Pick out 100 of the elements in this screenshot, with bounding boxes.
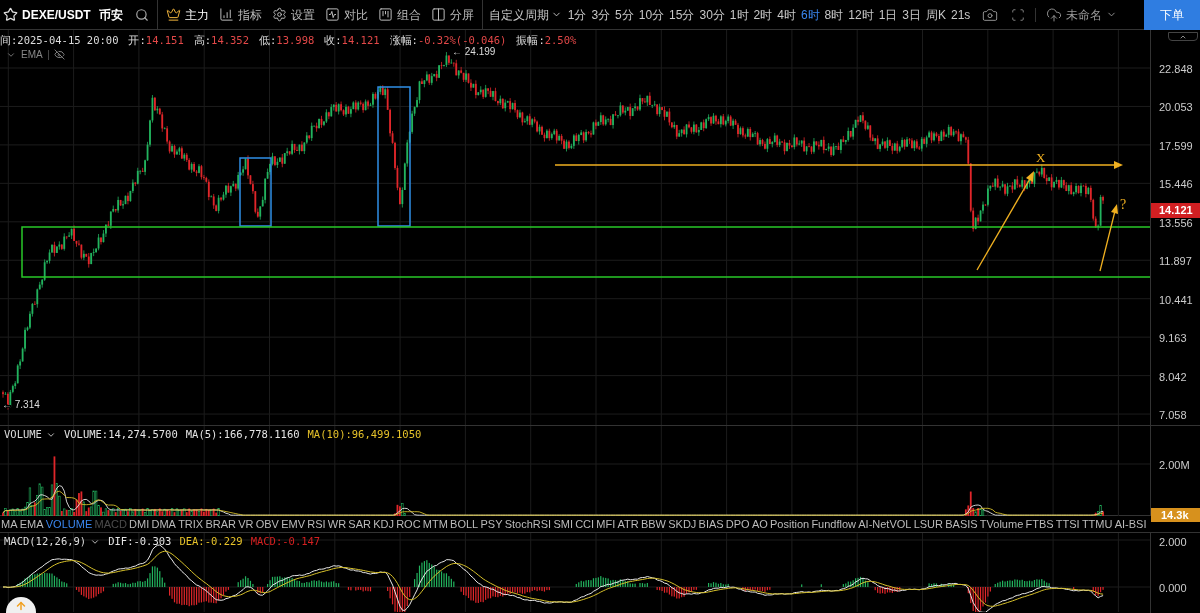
- macd-tick: 0.000: [1159, 581, 1187, 596]
- volume-reading: MA(10):96,499.1050: [307, 427, 422, 442]
- indicator-tab[interactable]: MTM: [422, 515, 448, 533]
- period-tab[interactable]: 6时: [800, 5, 820, 24]
- macd-reading: MACD:-0.147: [250, 534, 321, 549]
- indicator-tab[interactable]: EMV: [281, 515, 305, 533]
- volume-last-badge: 14.3k: [1151, 508, 1200, 522]
- period-tab[interactable]: 30分: [699, 5, 725, 24]
- toolbar-button[interactable]: 指标: [218, 5, 262, 24]
- volume-tick: 2.00M: [1159, 458, 1190, 473]
- period-tab[interactable]: 10分: [638, 5, 665, 24]
- toolbar-button[interactable]: 组合: [377, 5, 421, 24]
- period-tab[interactable]: 1时: [729, 5, 749, 24]
- period-tab[interactable]: 3分: [591, 5, 611, 24]
- period-tab[interactable]: 2时: [753, 5, 773, 24]
- indicator-tab[interactable]: BIAS: [698, 515, 724, 533]
- price-tick: 8.042: [1159, 369, 1187, 385]
- indicator-tab[interactable]: CCI: [575, 515, 595, 533]
- price-tick: 9.163: [1159, 331, 1187, 347]
- price-tick: 17.599: [1159, 138, 1193, 154]
- price-tick: 20.053: [1159, 100, 1193, 116]
- indicator-tab[interactable]: BOLL: [450, 515, 479, 533]
- indicator-tab[interactable]: SAR: [348, 515, 371, 533]
- indicator-tab[interactable]: BBW: [640, 515, 666, 533]
- period-tab[interactable]: 1分: [567, 5, 587, 24]
- ohlc-reading: 振幅:2.50%: [516, 33, 577, 48]
- macd-tick: 2.000: [1159, 535, 1187, 550]
- indicator-tab[interactable]: AI-BSI: [1114, 515, 1147, 533]
- high-price-marker: ← 24.199: [452, 46, 496, 57]
- indicator-tab[interactable]: VOLUME: [45, 515, 93, 533]
- indicator-tab[interactable]: Position: [770, 515, 810, 533]
- indicator-tab[interactable]: MFI: [596, 515, 616, 533]
- order-button[interactable]: 下单: [1144, 0, 1200, 30]
- indicator-name: VOLUME: [4, 427, 42, 442]
- indicator-tab[interactable]: EMA: [19, 515, 44, 533]
- period-tab[interactable]: 8时: [824, 5, 844, 24]
- price-tick: 10.441: [1159, 292, 1193, 308]
- indicator-tab[interactable]: BRAR: [205, 515, 236, 533]
- volume-reading: MA(5):166,778.1160: [185, 427, 300, 442]
- period-tab[interactable]: 3日: [902, 5, 921, 24]
- symbol-name: DEXE/USDT: [22, 6, 91, 24]
- period-tab[interactable]: 21s: [951, 5, 971, 24]
- indicator-tab[interactable]: ATR: [617, 515, 639, 533]
- indicator-tab[interactable]: DMI: [129, 515, 150, 533]
- ohlc-reading: 收:14.121: [324, 33, 380, 48]
- period-tab[interactable]: 1日: [878, 5, 898, 24]
- macd-reading: DIF:-0.303: [108, 534, 172, 549]
- indicator-tab[interactable]: BASIS: [945, 515, 978, 533]
- period-tab[interactable]: 15分: [669, 5, 695, 24]
- price-tick: 22.848: [1159, 62, 1193, 77]
- indicator-tab[interactable]: LSUR: [913, 515, 943, 533]
- indicator-tab[interactable]: RSI: [307, 515, 326, 533]
- ohlc-reading: 高:14.352: [193, 33, 249, 48]
- indicator-tab[interactable]: SMI: [553, 515, 573, 533]
- volume-reading: VOLUME:14,274.5700: [63, 427, 178, 442]
- price-tick: 7.058: [1159, 408, 1187, 424]
- toolbar-button[interactable]: 分屏: [430, 5, 474, 24]
- price-tick: 15.446: [1159, 177, 1193, 193]
- ohlc-reading: 低:13.998: [259, 33, 315, 48]
- toolbar-button[interactable]: 主力: [165, 5, 209, 24]
- indicator-tab[interactable]: MA: [1, 515, 18, 533]
- ohlc-reading: 涨幅:-0.32%(-0.046): [389, 33, 507, 47]
- indicator-tab[interactable]: SKDJ: [668, 515, 697, 533]
- indicator-tab[interactable]: ROC: [396, 515, 421, 533]
- indicator-tab[interactable]: TVolume: [979, 515, 1024, 533]
- annotation-label: X: [1036, 150, 1046, 165]
- price-tick: 13.556: [1159, 215, 1193, 231]
- indicator-tab[interactable]: VR: [238, 515, 254, 533]
- low-price-marker: ← 7.314: [2, 399, 40, 410]
- exchange-name: 币安: [98, 6, 123, 24]
- indicator-tab[interactable]: Fundflow: [811, 515, 857, 533]
- layout-dropdown[interactable]: 未命名: [1046, 5, 1118, 24]
- ohlc-reading: 间:2025-04-15 20:00: [0, 33, 119, 48]
- indicator-tab[interactable]: TTSI: [1055, 515, 1080, 533]
- period-tab[interactable]: 5分: [615, 5, 634, 24]
- indicator-tab[interactable]: OBV: [255, 515, 279, 533]
- indicator-name: MACD(12,26,9): [4, 534, 87, 549]
- indicator-tab[interactable]: PSY: [480, 515, 503, 533]
- indicator-tab[interactable]: TRIX: [178, 515, 204, 533]
- indicator-tab[interactable]: TTMU: [1081, 515, 1113, 533]
- price-tick: 11.897: [1159, 254, 1192, 270]
- period-tab[interactable]: 4时: [777, 5, 796, 24]
- macd-reading: DEA:-0.229: [179, 534, 243, 549]
- indicator-tab[interactable]: AI-NetVOL: [858, 515, 912, 533]
- annotation-label: ?: [1120, 197, 1127, 212]
- ohlc-reading: 开:14.151: [128, 33, 184, 48]
- indicator-tab[interactable]: DPO: [725, 515, 750, 533]
- period-tab[interactable]: 12时: [848, 5, 874, 24]
- toolbar-button[interactable]: 设置: [271, 5, 315, 24]
- period-tab[interactable]: 周K: [926, 5, 946, 24]
- indicator-tab[interactable]: WR: [327, 515, 347, 533]
- indicator-tab[interactable]: FTBS: [1025, 515, 1054, 533]
- last-price-badge: 14.121: [1151, 203, 1200, 218]
- indicator-tab[interactable]: StochRSI: [504, 515, 552, 533]
- overlay-indicator-label: EMA: [21, 48, 43, 62]
- toolbar-button[interactable]: 对比: [324, 5, 368, 24]
- indicator-tab[interactable]: DMA: [151, 515, 176, 533]
- period-dropdown[interactable]: 自定义周期: [488, 5, 562, 24]
- indicator-tab[interactable]: AO: [751, 515, 768, 533]
- indicator-tab[interactable]: KDJ: [373, 515, 394, 533]
